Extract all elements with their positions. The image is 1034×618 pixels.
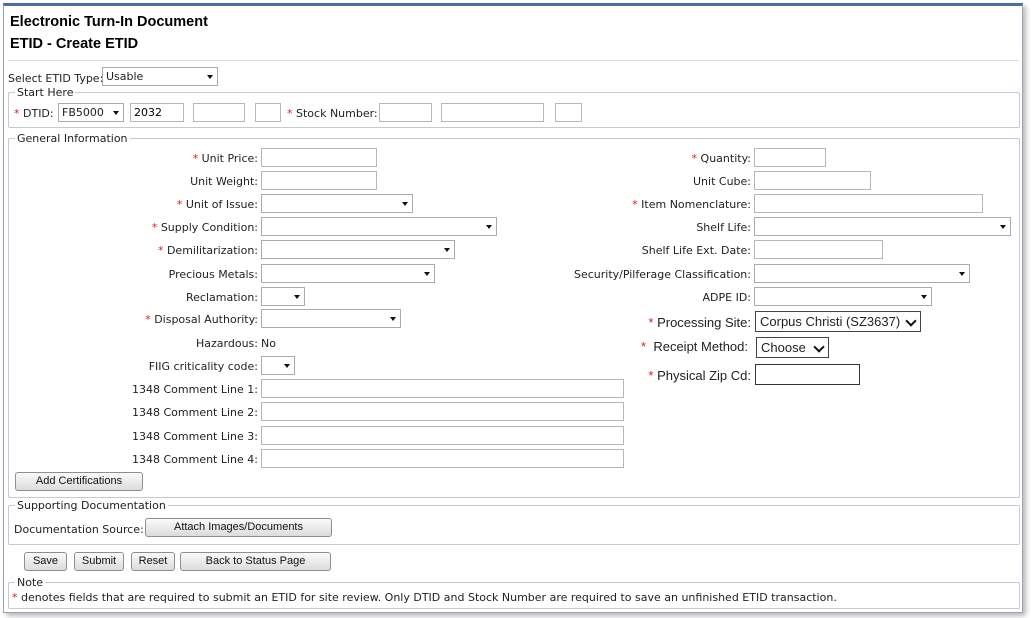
physical-zip-input[interactable] [755, 364, 860, 385]
unit-cube-input[interactable] [754, 171, 871, 190]
security-classification-select[interactable] [754, 264, 970, 283]
hazardous-value: No [261, 337, 276, 350]
chevron-down-icon [444, 248, 450, 252]
comment-line-4-input[interactable] [261, 449, 624, 468]
unit-weight-input[interactable] [261, 171, 377, 190]
shelf-life-ext-input[interactable] [754, 240, 883, 259]
chevron-down-icon [921, 295, 927, 299]
etid-type-label: Select ETID Type: [8, 72, 104, 85]
fiig-criticality-select[interactable] [261, 356, 295, 375]
fiig-criticality-label: FIIG criticality code: [148, 360, 258, 373]
chevron-down-icon [284, 364, 290, 368]
demilitarization-select[interactable] [261, 240, 455, 259]
dtid-serial-input[interactable] [193, 103, 245, 122]
precious-metals-select[interactable] [261, 264, 435, 283]
unit-price-input[interactable] [261, 148, 377, 167]
save-button[interactable]: Save [24, 552, 67, 571]
processing-site-label: * Processing Site: [648, 315, 751, 330]
chevron-down-icon [390, 317, 396, 321]
chevron-down-icon [424, 272, 430, 276]
note-text: * denotes fields that are required to su… [12, 591, 837, 604]
supply-condition-label: * Supply Condition: [151, 221, 258, 234]
dtid-julian-input[interactable] [130, 103, 184, 122]
back-to-status-button[interactable]: Back to Status Page [180, 552, 331, 571]
chevron-down-icon [813, 341, 825, 353]
dtid-suffix-input[interactable] [255, 103, 281, 122]
reclamation-select[interactable] [261, 287, 305, 306]
shelf-life-select[interactable] [754, 217, 1011, 236]
shelf-life-ext-label: Shelf Life Ext. Date: [641, 244, 751, 257]
unit-weight-label: Unit Weight: [190, 175, 258, 188]
stock-number-input-2[interactable] [441, 103, 544, 122]
chevron-down-icon [402, 202, 408, 206]
stock-number-label: * Stock Number: [287, 107, 378, 120]
header-divider [8, 60, 1018, 61]
adpe-id-select[interactable] [754, 287, 932, 306]
adpe-id-label: ADPE ID: [702, 291, 752, 304]
hazardous-label: Hazardous: [196, 337, 258, 350]
precious-metals-label: Precious Metals: [168, 268, 258, 281]
supporting-documentation-legend: Supporting Documentation [17, 499, 166, 512]
demilitarization-label: * Demilitarization: [157, 244, 258, 257]
app-window: Electronic Turn-In Document ETID - Creat… [3, 3, 1023, 613]
dtid-select[interactable]: FB5000 [58, 103, 124, 122]
page-title: Electronic Turn-In Document [10, 14, 208, 30]
submit-button[interactable]: Submit [74, 552, 124, 571]
disposal-authority-label: * Disposal Authority: [145, 313, 258, 326]
comment-line-2-input[interactable] [261, 402, 624, 421]
start-here-legend: Start Here [17, 86, 74, 99]
note-legend: Note [17, 576, 44, 589]
comment-line-4-label: 1348 Comment Line 4: [131, 453, 258, 466]
chevron-down-icon [1000, 225, 1006, 229]
chevron-down-icon [207, 75, 213, 79]
disposal-authority-select[interactable] [261, 309, 401, 328]
receipt-method-label: * Receipt Method: [641, 339, 748, 354]
page-subtitle: ETID - Create ETID [10, 36, 139, 52]
unit-price-label: * Unit Price: [192, 152, 258, 165]
dtid-label: * DTID: [14, 107, 54, 120]
etid-type-select[interactable]: Usable [102, 67, 218, 86]
comment-line-3-label: 1348 Comment Line 3: [131, 430, 258, 443]
reclamation-label: Reclamation: [186, 291, 258, 304]
stock-number-input-1[interactable] [379, 103, 432, 122]
chevron-down-icon [905, 315, 917, 327]
general-information-legend: General Information [17, 132, 128, 145]
stock-number-input-3[interactable] [555, 103, 582, 122]
shelf-life-label: Shelf Life: [696, 221, 751, 234]
reset-button[interactable]: Reset [131, 552, 175, 571]
comment-line-3-input[interactable] [261, 426, 624, 445]
chevron-down-icon [294, 295, 300, 299]
comment-line-1-label: 1348 Comment Line 1: [131, 383, 258, 396]
item-nomenclature-label: * Item Nomenclature: [632, 198, 751, 211]
chevron-down-icon [113, 111, 119, 115]
add-certifications-button[interactable]: Add Certifications [15, 472, 143, 491]
security-classification-label: Security/Pilferage Classification: [573, 268, 751, 281]
unit-of-issue-label: * Unit of Issue: [176, 198, 258, 211]
documentation-source-label: Documentation Source: [14, 523, 144, 536]
unit-cube-label: Unit Cube: [693, 175, 751, 188]
receipt-method-select[interactable]: Choose [756, 337, 829, 358]
attach-documents-button[interactable]: Attach Images/Documents [145, 518, 332, 537]
comment-line-2-label: 1348 Comment Line 2: [131, 406, 258, 419]
item-nomenclature-input[interactable] [754, 194, 983, 213]
quantity-input[interactable] [754, 148, 826, 167]
unit-of-issue-select[interactable] [261, 194, 413, 213]
chevron-down-icon [959, 272, 965, 276]
physical-zip-label: * Physical Zip Cd: [648, 368, 751, 383]
quantity-label: * Quantity: [691, 152, 751, 165]
processing-site-select[interactable]: Corpus Christi (SZ3637) [755, 311, 921, 332]
